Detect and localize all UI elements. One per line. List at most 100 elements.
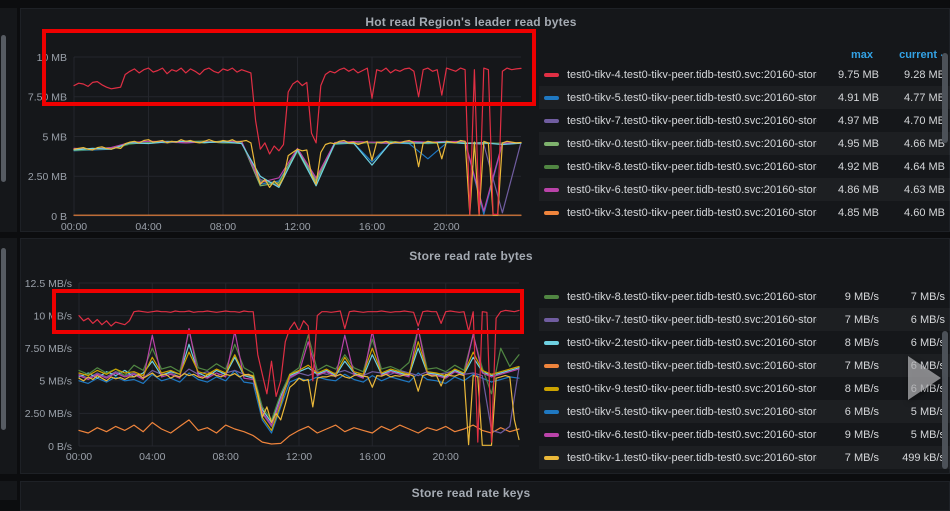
series-color-swatch bbox=[544, 317, 559, 322]
series-current-value: 7 MB/s bbox=[910, 290, 945, 303]
panel-store-read-rate-bytes: Store read rate bytes 12.5 MB/s 10 MB/s 7.… bbox=[20, 238, 950, 474]
series-label[interactable]: test0-tikv-6.test0-tikv-peer.tidb-test0.… bbox=[567, 184, 817, 196]
series-current-value: 4.63 MB bbox=[904, 183, 945, 196]
series-current-value: 9.28 MB bbox=[904, 68, 945, 81]
y-axis-tick-label: 10 MB bbox=[37, 52, 67, 64]
legend-rows: test0-tikv-8.test0-tikv-peer.tidb-test0.… bbox=[539, 285, 950, 469]
series-max-value: 4.92 MB bbox=[838, 160, 879, 173]
legend-item[interactable]: test0-tikv-4.test0-tikv-peer.tidb-test0.… bbox=[539, 63, 950, 86]
legend-item[interactable]: test0-tikv-3.test0-tikv-peer.tidb-test0.… bbox=[539, 201, 950, 224]
series-label[interactable]: test0-tikv-9.test0-tikv-peer.tidb-test0.… bbox=[567, 383, 817, 395]
series-label[interactable]: test0-tikv-2.test0-tikv-peer.tidb-test0.… bbox=[567, 337, 817, 349]
panel-title[interactable]: Store read rate keys bbox=[21, 486, 921, 500]
series-color-swatch bbox=[544, 294, 559, 299]
x-axis-tick-label: 20:00 bbox=[433, 221, 459, 233]
series-label[interactable]: test0-tikv-5.test0-tikv-peer.tidb-test0.… bbox=[567, 406, 817, 418]
legend-header: max current ⌄ bbox=[539, 46, 950, 63]
series-max-value: 7 MB/s bbox=[844, 313, 879, 326]
x-axis-tick-label: 00:00 bbox=[61, 221, 87, 233]
legend-item[interactable]: test0-tikv-9.test0-tikv-peer.tidb-test0.… bbox=[539, 377, 950, 400]
legend-item[interactable]: test0-tikv-6.test0-tikv-peer.tidb-test0.… bbox=[539, 178, 950, 201]
series-max-value: 9.75 MB bbox=[838, 68, 879, 81]
legend-item[interactable]: test0-tikv-3.test0-tikv-peer.tidb-test0.… bbox=[539, 354, 950, 377]
series-current-value: 4.70 MB bbox=[904, 114, 945, 127]
panel-store-read-rate-keys: Store read rate keys bbox=[20, 481, 950, 511]
legend-item[interactable]: test0-tikv-5.test0-tikv-peer.tidb-test0.… bbox=[539, 400, 950, 423]
series-color-swatch bbox=[544, 432, 559, 437]
y-axis-tick-label: 5 MB bbox=[42, 131, 67, 143]
series-max-value: 6 MB/s bbox=[844, 405, 879, 418]
legend-item[interactable]: test0-tikv-2.test0-tikv-peer.tidb-test0.… bbox=[539, 331, 950, 354]
series-label[interactable]: test0-tikv-7.test0-tikv-peer.tidb-test0.… bbox=[567, 314, 817, 326]
cropped-left-panel-top bbox=[0, 8, 17, 232]
series-label[interactable]: test0-tikv-8.test0-tikv-peer.tidb-test0.… bbox=[567, 161, 817, 173]
y-axis-tick-label: 12.5 MB/s bbox=[25, 278, 72, 290]
next-arrow-button[interactable] bbox=[905, 353, 945, 403]
series-current-value: 499 kB/s bbox=[902, 451, 945, 464]
legend-item[interactable]: test0-tikv-1.test0-tikv-peer.tidb-test0.… bbox=[539, 446, 950, 469]
series-max-value: 4.97 MB bbox=[838, 114, 879, 127]
series-label[interactable]: test0-tikv-0.test0-tikv-peer.tidb-test0.… bbox=[567, 138, 817, 150]
series-color-swatch bbox=[544, 164, 559, 169]
x-axis-tick-label: 16:00 bbox=[359, 221, 385, 233]
panel-title[interactable]: Store read rate bytes bbox=[21, 249, 921, 263]
x-axis-tick-label: 12:00 bbox=[284, 221, 310, 233]
x-axis-tick-label: 04:00 bbox=[139, 451, 165, 463]
series-max-value: 4.86 MB bbox=[838, 183, 879, 196]
store-read-rate-chart[interactable]: 12.5 MB/s 10 MB/s 7.50 MB/s 5 MB/s 2.50 MB/s… bbox=[21, 269, 561, 473]
legend-item[interactable]: test0-tikv-6.test0-tikv-peer.tidb-test0.… bbox=[539, 423, 950, 446]
series-max-value: 4.95 MB bbox=[838, 137, 879, 150]
series-label[interactable]: test0-tikv-3.test0-tikv-peer.tidb-test0.… bbox=[567, 207, 817, 219]
series-label[interactable]: test0-tikv-6.test0-tikv-peer.tidb-test0.… bbox=[567, 429, 817, 441]
x-axis-tick-label: 16:00 bbox=[359, 451, 385, 463]
x-axis-tick-label: 04:00 bbox=[135, 221, 161, 233]
series-label[interactable]: test0-tikv-5.test0-tikv-peer.tidb-test0.… bbox=[567, 92, 817, 104]
series-current-value: 6 MB/s bbox=[910, 336, 945, 349]
legend-item[interactable]: test0-tikv-8.test0-tikv-peer.tidb-test0.… bbox=[539, 285, 950, 308]
series-color-swatch bbox=[544, 340, 559, 345]
series-current-value: 4.64 MB bbox=[904, 160, 945, 173]
series-current-value: 4.60 MB bbox=[904, 206, 945, 219]
series-current-value: 4.66 MB bbox=[904, 137, 945, 150]
series-label[interactable]: test0-tikv-8.test0-tikv-peer.tidb-test0.… bbox=[567, 291, 817, 303]
y-axis-tick-label: 7.50 MB bbox=[28, 92, 67, 104]
legend-sort-max[interactable]: max bbox=[811, 49, 873, 61]
series-label[interactable]: test0-tikv-7.test0-tikv-peer.tidb-test0.… bbox=[567, 115, 817, 127]
series-label[interactable]: test0-tikv-3.test0-tikv-peer.tidb-test0.… bbox=[567, 360, 817, 372]
y-axis-tick-label: 2.50 MB/s bbox=[25, 408, 72, 420]
series-label[interactable]: test0-tikv-4.test0-tikv-peer.tidb-test0.… bbox=[567, 69, 817, 81]
legend-item[interactable]: test0-tikv-7.test0-tikv-peer.tidb-test0.… bbox=[539, 308, 950, 331]
series-max-value: 8 MB/s bbox=[844, 382, 879, 395]
series-color-swatch bbox=[544, 141, 559, 146]
legend-item[interactable]: test0-tikv-5.test0-tikv-peer.tidb-test0.… bbox=[539, 86, 950, 109]
series-current-value: 6 MB/s bbox=[910, 313, 945, 326]
legend-item[interactable]: test0-tikv-8.test0-tikv-peer.tidb-test0.… bbox=[539, 155, 950, 178]
series-max-value: 9 MB/s bbox=[844, 428, 879, 441]
series-current-value: 5 MB/s bbox=[910, 428, 945, 441]
series-label[interactable]: test0-tikv-1.test0-tikv-peer.tidb-test0.… bbox=[567, 452, 817, 464]
series-current-value: 4.77 MB bbox=[904, 91, 945, 104]
series-color-swatch bbox=[544, 363, 559, 368]
series-color-swatch bbox=[544, 455, 559, 460]
series-max-value: 7 MB/s bbox=[844, 359, 879, 372]
series-color-swatch bbox=[544, 386, 559, 391]
store-read-rate-legend: test0-tikv-8.test0-tikv-peer.tidb-test0.… bbox=[539, 285, 950, 471]
panel-title[interactable]: Hot read Region's leader read bytes bbox=[21, 15, 921, 29]
y-axis-tick-label: 5 MB/s bbox=[39, 376, 72, 388]
legend-sort-current[interactable]: current bbox=[873, 49, 937, 61]
series-max-value: 7 MB/s bbox=[844, 451, 879, 464]
x-axis-tick-label: 12:00 bbox=[286, 451, 312, 463]
left-panel-scrollbar-thumb[interactable] bbox=[1, 248, 6, 430]
panel-hot-read-leader-bytes: Hot read Region's leader read bytes 10 M… bbox=[20, 8, 950, 233]
y-axis-tick-label: 2.50 MB bbox=[28, 171, 67, 183]
legend-item[interactable]: test0-tikv-0.test0-tikv-peer.tidb-test0.… bbox=[539, 132, 950, 155]
legend-item[interactable]: test0-tikv-7.test0-tikv-peer.tidb-test0.… bbox=[539, 109, 950, 132]
x-axis-tick-label: 00:00 bbox=[66, 451, 92, 463]
x-axis-tick-label: 08:00 bbox=[213, 451, 239, 463]
legend-scrollbar-thumb[interactable] bbox=[942, 53, 948, 143]
left-panel-scrollbar-thumb[interactable] bbox=[1, 35, 6, 182]
series-max-value: 4.85 MB bbox=[838, 206, 879, 219]
hot-read-chart[interactable]: 10 MB7.50 MB5 MB2.50 MB0 B00:00 04:00 08:0… bbox=[21, 37, 561, 237]
series-color-swatch bbox=[544, 95, 559, 100]
series-max-value: 4.91 MB bbox=[838, 91, 879, 104]
